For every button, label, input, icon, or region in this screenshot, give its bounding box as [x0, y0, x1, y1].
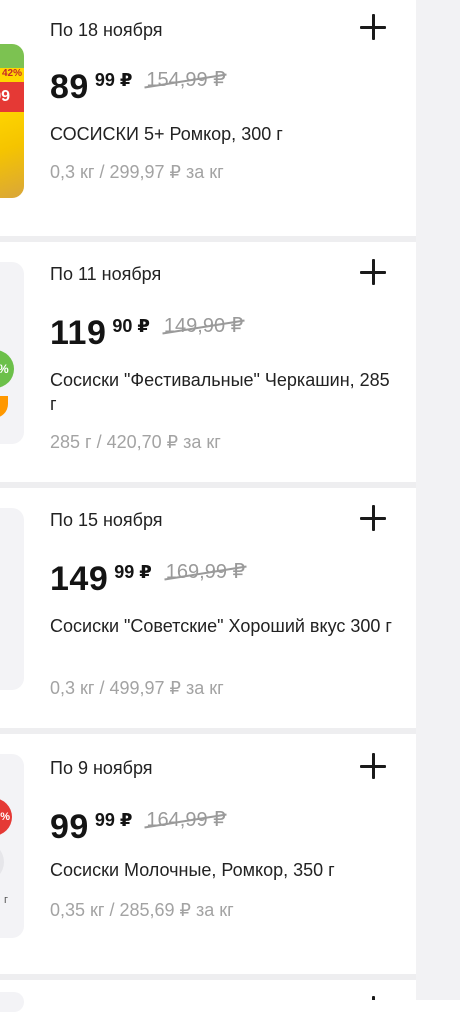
thumb-pack-body: [0, 112, 24, 198]
product-card[interactable]: 39% 9 г По 9 ноября 99 99 ₽ 164,99 ₽ Сос…: [0, 734, 416, 974]
add-to-cart-plus-icon[interactable]: [358, 503, 388, 533]
add-to-cart-plus-icon[interactable]: [358, 257, 388, 287]
currency-sign: ₽: [137, 316, 150, 336]
add-to-cart-plus-icon[interactable]: [358, 994, 388, 1000]
unit-price: 0,35 кг / 285,69 ₽ за кг: [50, 900, 234, 920]
product-thumbnail[interactable]: 42% 99: [0, 44, 24, 198]
price-rubles: 149: [50, 560, 109, 598]
currency-sign: ₽: [119, 810, 133, 830]
unit-price: 285 г / 420,70 ₽ за кг: [50, 432, 221, 452]
side-panel-background: [416, 0, 460, 1000]
thumb-discount-badge: 0%: [0, 350, 14, 388]
price-block: 99 99 ₽ 164,99 ₽: [50, 808, 226, 846]
price-kopecks: 90: [112, 316, 133, 336]
product-thumbnail[interactable]: [0, 508, 24, 690]
price-rubles: 89: [50, 68, 89, 106]
product-name[interactable]: Сосиски "Советские" Хороший вкус 300 г: [50, 614, 400, 638]
old-price: 169,99 ₽: [165, 561, 246, 583]
product-card[interactable]: По 15 ноября 149 99 ₽ 169,99 ₽ Сосиски "…: [0, 488, 416, 728]
price-kopecks: 99: [114, 562, 135, 582]
price-block: 89 99 ₽ 154,99 ₽: [50, 68, 226, 106]
promo-date: По 11 ноября: [50, 264, 162, 284]
thumb-pack-top: [0, 44, 24, 68]
promo-date: По 18 ноября: [50, 20, 163, 40]
thumb-accent: [0, 396, 8, 418]
price-rubles: 99: [50, 808, 89, 846]
product-name[interactable]: Сосиски Молочные, Ромкор, 350 г: [50, 858, 400, 882]
thumb-discount-badge: 39%: [0, 798, 12, 836]
currency-sign: ₽: [139, 562, 152, 582]
currency-sign: ₽: [119, 70, 133, 90]
product-thumbnail[interactable]: [0, 992, 24, 1012]
price-kopecks: 99: [94, 70, 115, 90]
thumb-price-badge: 9: [0, 842, 4, 882]
thumb-discount-label: 42%: [0, 68, 24, 82]
product-name[interactable]: Сосиски "Фестивальные" Черкашин, 285 г: [50, 368, 400, 416]
product-thumbnail[interactable]: 0%: [0, 262, 24, 444]
price-kopecks: 99: [94, 810, 115, 830]
product-feed: 42% 99 По 18 ноября 89 99 ₽ 154,99 ₽ СОС…: [0, 0, 416, 1012]
old-price: 164,99 ₽: [146, 809, 226, 831]
product-thumbnail[interactable]: 39% 9 г: [0, 754, 24, 938]
price-block: 149 99 ₽ 169,99 ₽: [50, 560, 245, 598]
unit-price: 0,3 кг / 299,97 ₽ за кг: [50, 162, 224, 182]
add-to-cart-plus-icon[interactable]: [358, 751, 388, 781]
product-name[interactable]: СОСИСКИ 5+ Ромкор, 300 г: [50, 122, 400, 146]
price-block: 119 90 ₽ 149,90 ₽: [50, 314, 243, 352]
promo-date: По 9 ноября: [50, 758, 153, 778]
promo-date: По 15 ноября: [50, 510, 163, 530]
product-card[interactable]: 0% По 11 ноября 119 90 ₽ 149,90 ₽ Сосиск…: [0, 242, 416, 482]
thumb-unit-label: г: [4, 894, 9, 906]
product-card-partial[interactable]: [0, 980, 416, 1012]
thumb-price-label: 99: [0, 82, 24, 112]
unit-price: 0,3 кг / 499,97 ₽ за кг: [50, 678, 224, 698]
add-to-cart-plus-icon[interactable]: [358, 12, 388, 42]
product-card[interactable]: 42% 99 По 18 ноября 89 99 ₽ 154,99 ₽ СОС…: [0, 0, 416, 236]
old-price: 149,90 ₽: [163, 315, 244, 337]
price-rubles: 119: [50, 314, 107, 352]
old-price: 154,99 ₽: [146, 69, 226, 91]
